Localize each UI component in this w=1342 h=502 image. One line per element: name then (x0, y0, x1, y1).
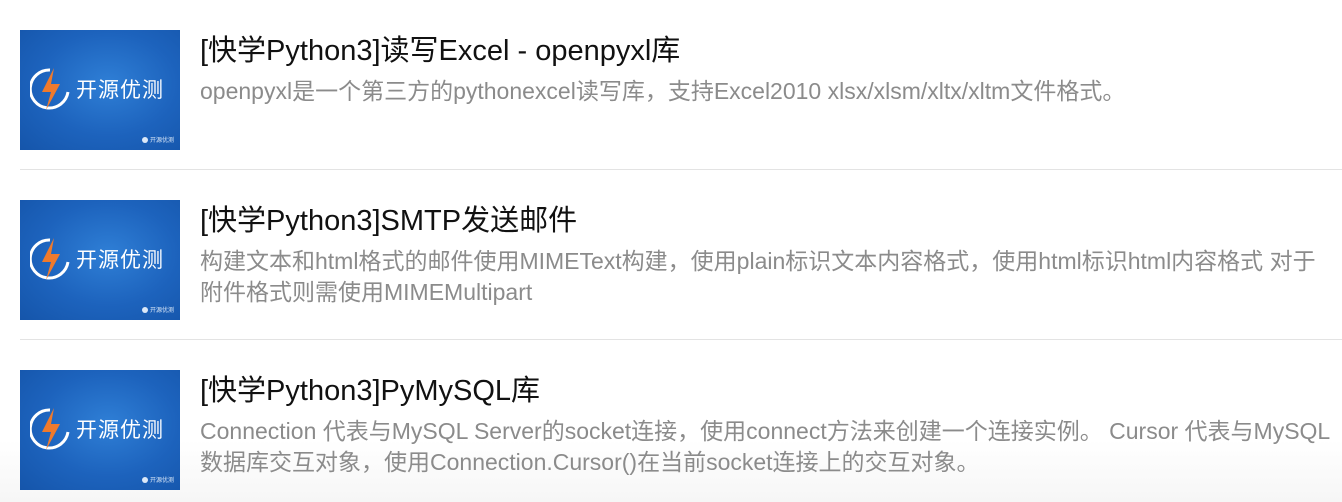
brand-watermark: 开源优测 (141, 475, 174, 484)
article-description: Connection 代表与MySQL Server的socket连接，使用co… (200, 418, 1331, 475)
article-description: openpyxl是一个第三方的pythonexcel读写库，支持Excel201… (200, 78, 1126, 104)
lightning-logo-icon (30, 238, 70, 280)
article-title[interactable]: [快学Python3]PyMySQL库 (200, 374, 540, 408)
divider (20, 339, 1342, 340)
article-item[interactable]: 开源优测 开源优测 [快学Python3]PyMySQL库 Connection… (0, 370, 1342, 490)
brand-watermark: 开源优测 (141, 135, 174, 144)
brand-name: 开源优测 (76, 248, 164, 272)
article-thumbnail[interactable]: 开源优测 开源优测 (20, 200, 180, 320)
article-thumbnail[interactable]: 开源优测 开源优测 (20, 370, 180, 490)
brand-name: 开源优测 (76, 78, 164, 102)
article-thumbnail[interactable]: 开源优测 开源优测 (20, 30, 180, 150)
lightning-logo-icon (30, 68, 70, 110)
article-item[interactable]: 开源优测 开源优测 [快学Python3]SMTP发送邮件 构建文本和html格… (0, 200, 1342, 320)
lightning-logo-icon (30, 408, 70, 450)
article-title[interactable]: [快学Python3]SMTP发送邮件 (200, 204, 577, 238)
brand-watermark: 开源优测 (141, 305, 174, 314)
divider (20, 169, 1342, 170)
article-item[interactable]: 开源优测 开源优测 [快学Python3]读写Excel - openpyxl库… (0, 30, 1342, 150)
article-description: 构建文本和html格式的邮件使用MIMEText构建，使用plain标识文本内容… (200, 248, 1316, 305)
article-title[interactable]: [快学Python3]读写Excel - openpyxl库 (200, 34, 680, 68)
article-list: 开源优测 开源优测 [快学Python3]读写Excel - openpyxl库… (0, 0, 1342, 502)
brand-name: 开源优测 (76, 418, 164, 442)
